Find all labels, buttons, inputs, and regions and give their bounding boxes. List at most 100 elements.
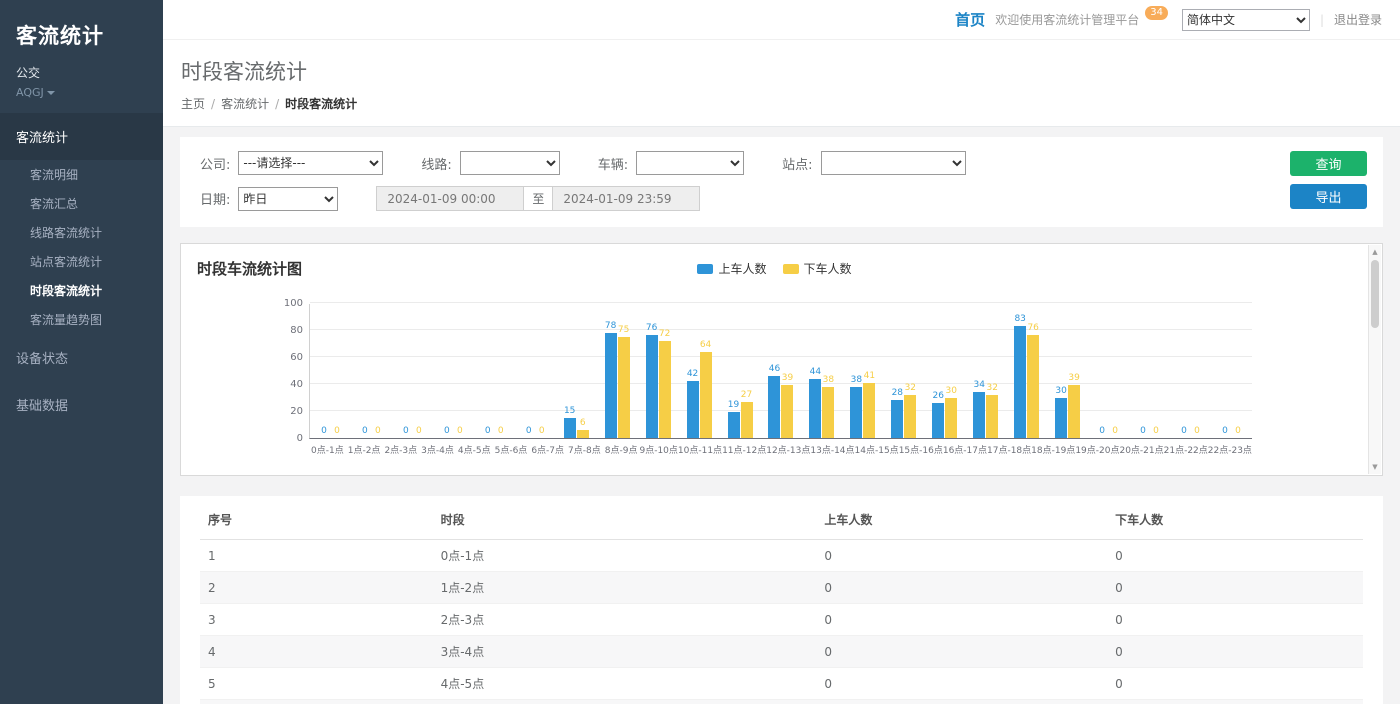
sidebar-item-flow-detail[interactable]: 客流明细 [0,160,163,189]
legend-item-boarding[interactable]: 上车人数 [697,260,766,277]
bar-alighting[interactable] [577,430,589,438]
sidebar-item-flow-summary[interactable]: 客流汇总 [0,189,163,218]
bar-column-alighting: 0 [1191,304,1203,438]
table-cell: 0 [1107,540,1363,572]
legend-label: 下车人数 [804,260,852,277]
breadcrumb-item[interactable]: 客流统计 [221,97,269,111]
x-axis-tick-label: 4点-5点 [456,443,493,456]
legend-item-alighting[interactable]: 下车人数 [783,260,852,277]
table-row[interactable]: 10点-1点00 [200,540,1363,572]
bar-boarding[interactable] [564,418,576,438]
bar-boarding[interactable] [728,412,740,438]
home-link[interactable]: 首页 [955,9,985,30]
table-cell: 0 [816,700,1107,704]
table-row[interactable]: 21点-2点00 [200,572,1363,604]
bar-group: 00 [392,304,433,438]
breadcrumb-item[interactable]: 主页 [181,97,205,111]
bar-alighting[interactable] [822,387,834,438]
notification-badge[interactable]: 34 [1145,6,1168,20]
bar-boarding[interactable] [973,392,985,438]
scroll-up-arrow-icon[interactable]: ▲ [1369,248,1381,256]
bar-alighting[interactable] [904,395,916,438]
export-button[interactable]: 导出 [1290,184,1367,209]
bar-value-label: 0 [1112,427,1118,436]
page-header: 时段客流统计 主页/客流统计/时段客流统计 [163,40,1400,127]
scroll-down-arrow-icon[interactable]: ▼ [1369,463,1381,471]
x-axis-tick-label: 22点-23点 [1208,443,1252,456]
sidebar-item-base-data[interactable]: 基础数据 [0,381,163,428]
query-button[interactable]: 查询 [1290,151,1367,176]
bar-value-label: 0 [1153,427,1159,436]
welcome-text: 欢迎使用客流统计管理平台 [995,11,1139,28]
bar-alighting[interactable] [1027,335,1039,438]
bar-column-boarding: 0 [318,304,330,438]
topbar: 首页 欢迎使用客流统计管理平台 34 简体中文 | 退出登录 [163,0,1400,40]
sidebar-item-station-flow-stats[interactable]: 站点客流统计 [0,247,163,276]
table-row[interactable]: 65点-6点00 [200,700,1363,704]
sidebar-item-device-status[interactable]: 设备状态 [0,334,163,381]
sidebar-item-period-flow-stats[interactable]: 时段客流统计 [0,276,163,305]
bar-alighting[interactable] [945,398,957,439]
bar-group: 2832 [883,304,924,438]
bar-alighting[interactable] [1068,385,1080,438]
bar-alighting[interactable] [741,402,753,438]
bar-value-label: 0 [444,427,450,436]
topbar-divider: | [1320,13,1324,27]
bar-alighting[interactable] [618,337,630,438]
vehicle-select[interactable] [636,151,744,175]
line-select[interactable] [460,151,560,175]
bar-column-boarding: 38 [850,304,862,438]
bar-boarding[interactable] [809,379,821,438]
vehicle-label: 车辆: [598,154,628,173]
bar-group: 156 [556,304,597,438]
bar-boarding[interactable] [850,387,862,438]
filter-row-2: 日期: 昨日 至 [200,186,1363,211]
x-axis-tick-label: 3点-4点 [419,443,456,456]
date-label: 日期: [200,189,230,208]
table-row[interactable]: 54点-5点00 [200,668,1363,700]
table-column-header: 序号 [200,500,433,540]
x-axis-tick-label: 6点-7点 [529,443,566,456]
x-axis-tick-label: 2点-3点 [382,443,419,456]
station-select[interactable] [821,151,966,175]
chevron-down-icon [47,91,55,95]
breadcrumb-separator: / [211,97,215,111]
sidebar-item-flow-trend-chart[interactable]: 客流量趋势图 [0,305,163,334]
language-select[interactable]: 简体中文 [1182,9,1310,31]
bar-alighting[interactable] [781,385,793,438]
user-menu[interactable]: AQGJ [16,86,147,99]
table-cell: 0 [816,668,1107,700]
table-row[interactable]: 32点-3点00 [200,604,1363,636]
bar-boarding[interactable] [768,376,780,438]
bar-boarding[interactable] [1055,398,1067,439]
app-root: 客流统计 公交 AQGJ 客流统计客流明细客流汇总线路客流统计站点客流统计时段客… [0,0,1400,704]
date-preset-select[interactable]: 昨日 [238,187,338,211]
bar-column-alighting: 27 [741,304,753,438]
bar-boarding[interactable] [646,335,658,438]
bar-alighting[interactable] [659,341,671,438]
chart-scrollbar[interactable]: ▲ ▼ [1368,245,1381,474]
bar-alighting[interactable] [863,383,875,438]
bar-boarding[interactable] [891,400,903,438]
bar-column-boarding: 30 [1055,304,1067,438]
vehicle-filter: 车辆: [598,151,744,175]
table-row[interactable]: 43点-4点00 [200,636,1363,668]
bar-column-alighting: 75 [618,304,630,438]
logout-link[interactable]: 退出登录 [1334,11,1382,28]
company-select[interactable]: ---请选择--- [238,151,383,175]
sidebar-item-passenger-flow-stats[interactable]: 客流统计 [0,113,163,160]
bar-boarding[interactable] [1014,326,1026,438]
sidebar-item-line-flow-stats[interactable]: 线路客流统计 [0,218,163,247]
table-cell: 6 [200,700,433,704]
bar-boarding[interactable] [687,381,699,438]
bar-alighting[interactable] [700,352,712,438]
bar-group: 3432 [965,304,1006,438]
bar-alighting[interactable] [986,395,998,438]
end-date-input[interactable] [552,186,700,211]
start-date-input[interactable] [376,186,524,211]
bar-boarding[interactable] [605,333,617,438]
bar-boarding[interactable] [932,403,944,438]
bar-column-boarding: 28 [891,304,903,438]
scrollbar-thumb[interactable] [1371,260,1379,328]
bar-value-label: 64 [700,341,711,350]
